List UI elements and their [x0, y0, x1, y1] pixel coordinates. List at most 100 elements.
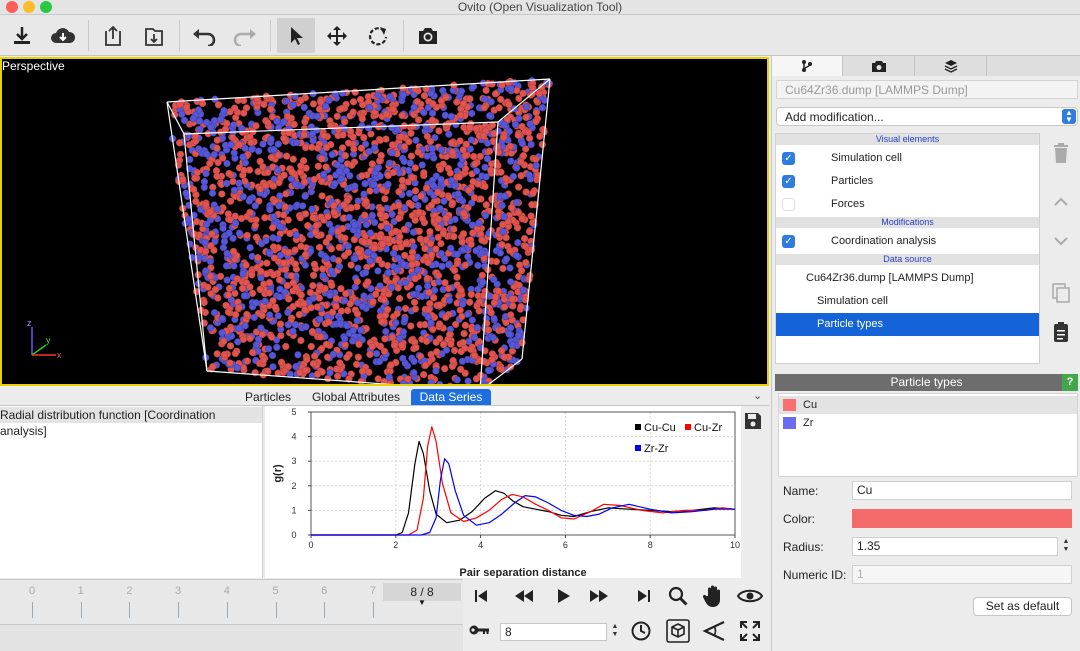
- maximize-viewport-button[interactable]: [734, 617, 766, 645]
- axis-z-label: z: [27, 318, 32, 328]
- pipeline-item-forces[interactable]: Forces: [776, 193, 1039, 216]
- move-up-button[interactable]: [1043, 183, 1079, 221]
- viewport-caption[interactable]: Perspective: [2, 59, 65, 73]
- visibility-checkbox[interactable]: ✓: [782, 152, 795, 165]
- dropdown-arrows-icon: ▲ ▼: [1062, 109, 1076, 124]
- particle-type-zr[interactable]: Zr: [779, 414, 1077, 432]
- move-down-button[interactable]: [1043, 222, 1079, 260]
- export-file-button[interactable]: [94, 18, 132, 53]
- tab-overlays[interactable]: [915, 56, 987, 76]
- particle-type-cu[interactable]: Cu: [779, 396, 1077, 414]
- frame-spinner[interactable]: ▲ ▼: [610, 623, 620, 640]
- x-tick-label: 4: [478, 540, 483, 550]
- animation-timeline[interactable]: 01234567 8 / 8 ▼: [0, 579, 463, 624]
- section-visual-elements: Visual elements: [776, 134, 1039, 145]
- current-frame-field[interactable]: 8: [500, 623, 607, 641]
- timeline-tick: [178, 602, 180, 618]
- floppy-disk-icon: [745, 413, 761, 429]
- axis-x-label: x: [57, 350, 62, 360]
- pipeline-item-coordination-analysis[interactable]: ✓ Coordination analysis: [776, 230, 1039, 253]
- copy-modifier-button[interactable]: [1043, 274, 1079, 312]
- move-mode-button[interactable]: [318, 18, 356, 53]
- close-window-button[interactable]: [6, 1, 18, 13]
- minimize-window-button[interactable]: [23, 1, 35, 13]
- set-as-default-button[interactable]: Set as default: [973, 597, 1072, 616]
- y-tick-label: 4: [291, 432, 296, 442]
- pipeline-item-source-cell[interactable]: Simulation cell: [776, 290, 1039, 313]
- camera-icon: [871, 60, 886, 72]
- load-file-button[interactable]: [3, 18, 41, 53]
- radius-spinner[interactable]: ▲ ▼: [1061, 538, 1071, 555]
- visibility-checkbox[interactable]: [782, 198, 795, 211]
- pan-button[interactable]: [698, 582, 730, 610]
- radius-field[interactable]: 1.35: [852, 537, 1058, 556]
- play-button[interactable]: [547, 582, 579, 610]
- color-swatch: [783, 399, 796, 411]
- next-frame-button[interactable]: [583, 582, 615, 610]
- animation-settings-key[interactable]: [468, 623, 490, 640]
- name-field[interactable]: Cu: [852, 481, 1072, 500]
- timeline-tick-label: 5: [272, 585, 279, 597]
- timeline-tick-label: 2: [126, 585, 133, 597]
- delete-modifier-button[interactable]: [1043, 134, 1079, 172]
- render-button[interactable]: [409, 18, 447, 53]
- timeline-tick-label: 6: [321, 585, 328, 597]
- first-frame-button[interactable]: [465, 582, 497, 610]
- color-picker[interactable]: [852, 509, 1072, 528]
- tab-pipelines[interactable]: [772, 56, 843, 76]
- pipeline-item-particle-types[interactable]: Particle types: [776, 313, 1039, 336]
- timeline-tick: [226, 602, 228, 618]
- fov-button[interactable]: [698, 617, 730, 645]
- zoom-window-button[interactable]: [40, 1, 52, 13]
- pipeline-item-label: Coordination analysis: [831, 235, 937, 247]
- load-file-icon: [14, 26, 30, 44]
- pipeline-item-simulation-cell[interactable]: ✓ Simulation cell: [776, 147, 1039, 170]
- eye-icon: [737, 589, 763, 603]
- series-line-cu-zr: [311, 426, 736, 536]
- visibility-checkbox[interactable]: ✓: [782, 175, 795, 188]
- last-frame-button[interactable]: [628, 582, 660, 610]
- previous-frame-button[interactable]: [508, 582, 540, 610]
- particle-type-name: Cu: [803, 399, 818, 411]
- timeline-tick-label: 4: [223, 585, 230, 597]
- undo-icon: [193, 28, 216, 46]
- x-axis-label: Pair separation distance: [459, 567, 586, 578]
- x-tick-label: 0: [308, 540, 313, 550]
- timeline-tick-label: 7: [369, 585, 376, 597]
- y-tick-label: 1: [291, 505, 296, 515]
- add-modification-label: Add modification...: [785, 110, 884, 124]
- animation-controls: 8 ▲ ▼: [464, 579, 769, 651]
- collapse-chevron-icon[interactable]: ⌄: [753, 389, 762, 402]
- data-inspector-tabs: Particles Global Attributes Data Series …: [0, 389, 769, 406]
- animation-settings-button[interactable]: [630, 620, 652, 645]
- help-button[interactable]: ?: [1062, 374, 1078, 391]
- x-tick-label: 10: [730, 540, 740, 550]
- orbit-button[interactable]: [734, 582, 766, 610]
- tab-empty: [987, 56, 1080, 76]
- save-series-button[interactable]: [744, 412, 766, 432]
- pipeline-item-label: Particles: [831, 175, 874, 187]
- window-title: Ovito (Open Visualization Tool): [457, 0, 623, 14]
- name-label: Name:: [783, 484, 819, 498]
- pipeline-item-source-file[interactable]: Cu64Zr36.dump [LAMMPS Dump]: [776, 267, 1039, 290]
- pipeline-item-particles[interactable]: ✓ Particles: [776, 170, 1039, 193]
- paste-modifier-button[interactable]: [1043, 313, 1079, 351]
- pipeline-item-label: Simulation cell: [831, 152, 902, 164]
- tab-rendering[interactable]: [843, 56, 915, 76]
- tab-global-attributes[interactable]: Global Attributes: [306, 389, 406, 405]
- undo-button[interactable]: [185, 18, 223, 53]
- skip-start-icon: [475, 590, 487, 602]
- selection-mode-button[interactable]: [277, 18, 315, 53]
- add-modification-dropdown[interactable]: Add modification... ▲ ▼: [776, 107, 1078, 126]
- tab-particles[interactable]: Particles: [240, 389, 296, 405]
- tab-data-series[interactable]: Data Series: [411, 389, 491, 405]
- rotate-mode-button[interactable]: [359, 18, 397, 53]
- viewport-perspective[interactable]: Perspective z y x: [0, 57, 769, 386]
- series-item-rdf[interactable]: Radial distribution function [Coordinati…: [0, 407, 262, 438]
- export-image-button[interactable]: [135, 18, 173, 53]
- enabled-checkbox[interactable]: ✓: [782, 235, 795, 248]
- redo-button[interactable]: [226, 18, 264, 53]
- load-remote-button[interactable]: [44, 18, 82, 53]
- zoom-button[interactable]: [662, 582, 694, 610]
- zoom-scene-extents-button[interactable]: [662, 617, 694, 645]
